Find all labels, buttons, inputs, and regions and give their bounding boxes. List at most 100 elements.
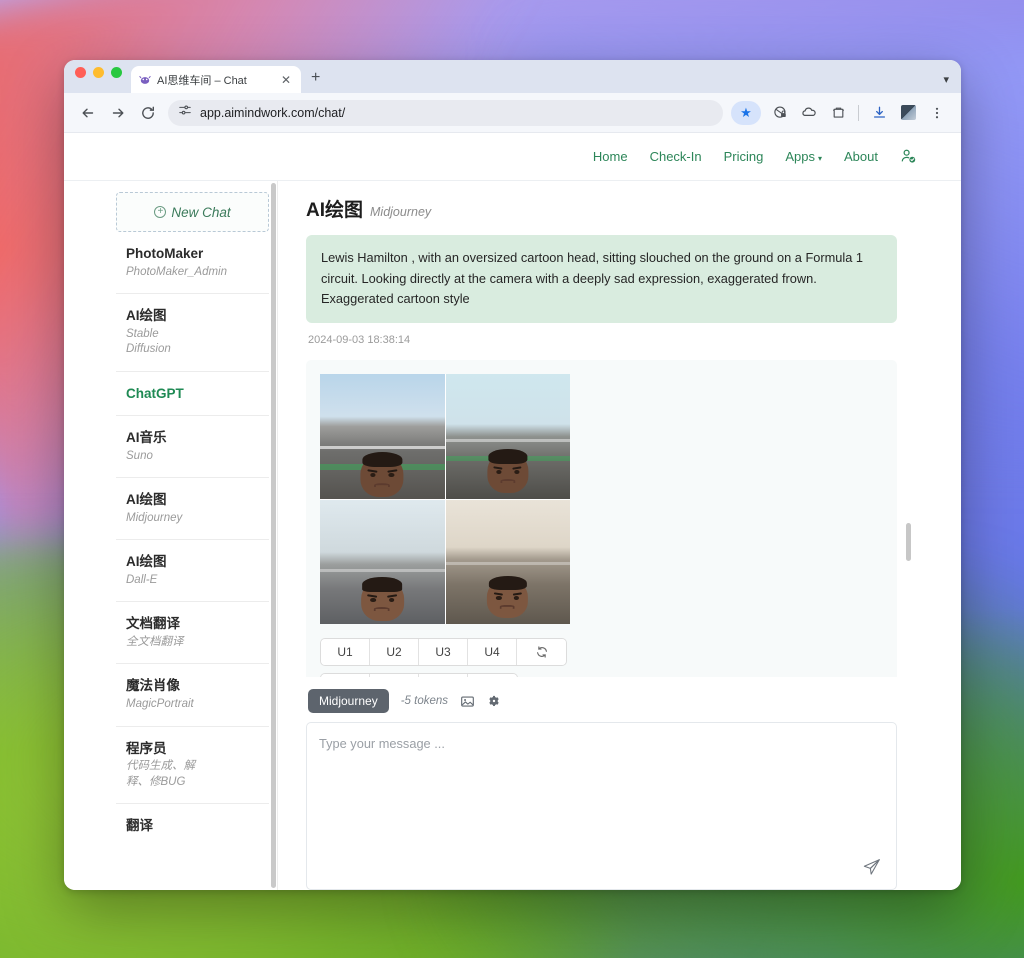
sidebar-scrollbar-thumb[interactable] xyxy=(271,183,276,888)
browser-tab[interactable]: AI思维车间 – Chat ✕ xyxy=(131,66,301,93)
gear-icon[interactable] xyxy=(487,694,501,708)
new-chat-button[interactable]: + New Chat xyxy=(116,192,269,232)
sidebar-item-title: PhotoMaker xyxy=(126,246,204,261)
clipboard-icon[interactable] xyxy=(824,99,852,127)
sidebar-item-subtitle: Suno xyxy=(126,449,153,462)
minimize-window-button[interactable] xyxy=(93,66,104,78)
new-tab-button[interactable]: + xyxy=(311,70,320,93)
sidebar-item-programmer[interactable]: 程序员 代码生成、解释、修BUG xyxy=(116,727,269,805)
cloud-icon[interactable] xyxy=(795,99,823,127)
window-controls xyxy=(75,60,122,93)
user-prompt-bubble: Lewis Hamilton , with an oversized carto… xyxy=(306,235,897,324)
refresh-icon[interactable] xyxy=(517,639,566,666)
page-title: AI绘图 Midjourney xyxy=(306,195,911,235)
sidebar-item-dalle[interactable]: AI绘图 Dall-E xyxy=(116,540,269,603)
upscale-button-u1[interactable]: U1 xyxy=(321,639,370,666)
plus-circle-icon: + xyxy=(154,206,167,218)
sidebar-item-doc-translate[interactable]: 文档翻译 全文档翻译 xyxy=(116,602,269,665)
address-bar[interactable]: app.aimindwork.com/chat/ xyxy=(168,99,723,126)
sidebar-item-photomaker[interactable]: PhotoMaker PhotoMaker_Admin xyxy=(116,232,269,295)
nav-apps-label: Apps xyxy=(785,149,815,164)
generated-image-3[interactable] xyxy=(320,499,445,625)
forward-arrow-icon[interactable] xyxy=(104,99,132,127)
variation-button-v2[interactable]: V2 xyxy=(370,674,419,677)
nav-check-in[interactable]: Check-In xyxy=(650,149,702,164)
nav-about[interactable]: About xyxy=(844,149,878,164)
variation-button-row: V1 V2 V3 V4 xyxy=(320,673,883,677)
sidebar-item-translate[interactable]: 翻译 xyxy=(116,804,269,848)
address-bar-url: app.aimindwork.com/chat/ xyxy=(200,105,346,120)
model-selector[interactable]: Midjourney xyxy=(308,689,389,713)
message-composer: Midjourney -5 tokens Type your message .… xyxy=(306,689,897,890)
sidebar-item-title: 程序员 xyxy=(126,740,167,756)
sidebar-item-chatgpt[interactable]: ChatGPT xyxy=(116,372,269,417)
nav-pricing[interactable]: Pricing xyxy=(724,149,764,164)
composer-toolbar: Midjourney -5 tokens xyxy=(306,689,897,722)
image-attach-icon[interactable] xyxy=(460,694,475,709)
browser-toolbar: app.aimindwork.com/chat/ ★ xyxy=(64,93,961,133)
toolbar-actions: ★ xyxy=(731,99,951,127)
nav-home[interactable]: Home xyxy=(593,149,628,164)
page-viewport: Home Check-In Pricing Apps ▾ About + New … xyxy=(64,133,961,890)
close-icon[interactable]: ✕ xyxy=(278,74,294,86)
generated-image-1[interactable] xyxy=(320,374,445,499)
message-input-wrap[interactable]: Type your message ... xyxy=(306,722,897,890)
page-content: + New Chat PhotoMaker PhotoMaker_Admin A… xyxy=(64,180,961,890)
variation-button-v1[interactable]: V1 xyxy=(321,674,370,677)
sidebar-item-suno[interactable]: AI音乐 Suno xyxy=(116,416,269,479)
message-input-placeholder: Type your message ... xyxy=(319,736,445,751)
sidebar-item-midjourney[interactable]: AI绘图 Midjourney xyxy=(116,478,269,541)
nav-apps[interactable]: Apps ▾ xyxy=(785,149,822,164)
upscale-button-u3[interactable]: U3 xyxy=(419,639,468,666)
profile-avatar-icon[interactable] xyxy=(894,99,922,127)
maximize-window-button[interactable] xyxy=(111,66,122,78)
sidebar-item-subtitle: MagicPortrait xyxy=(126,697,194,710)
sidebar-item-magic-portrait[interactable]: 魔法肖像 MagicPortrait xyxy=(116,664,269,727)
sidebar-item-subtitle: 全文档翻译 xyxy=(126,635,184,648)
message-list: Lewis Hamilton , with an oversized carto… xyxy=(306,235,911,677)
generated-image-4[interactable] xyxy=(445,499,570,625)
browser-tab-strip: AI思维车间 – Chat ✕ + ▾ xyxy=(64,60,961,93)
generated-image-2[interactable] xyxy=(445,374,570,499)
upscale-button-row: U1 U2 U3 U4 xyxy=(320,638,883,667)
message-timestamp: 2024-09-03 18:38:14 xyxy=(308,334,411,347)
new-chat-label: New Chat xyxy=(171,204,231,220)
generated-image-grid[interactable] xyxy=(320,374,570,625)
reload-icon[interactable] xyxy=(134,99,162,127)
sidebar-scrollbar[interactable] xyxy=(270,181,277,890)
variation-button-v3[interactable]: V3 xyxy=(419,674,468,677)
chevron-down-icon: ▾ xyxy=(818,154,823,163)
back-arrow-icon[interactable] xyxy=(74,99,102,127)
site-navbar: Home Check-In Pricing Apps ▾ About xyxy=(64,133,961,180)
chat-main: AI绘图 Midjourney Lewis Hamilton , with an… xyxy=(278,181,911,890)
send-paper-plane-icon[interactable] xyxy=(862,857,882,877)
user-verified-icon[interactable] xyxy=(900,148,917,165)
assistant-result-card: U1 U2 U3 U4 V1 xyxy=(306,360,897,677)
kebab-menu-icon[interactable] xyxy=(923,99,951,127)
close-window-button[interactable] xyxy=(75,66,86,78)
sidebar-item-subtitle: Midjourney xyxy=(126,511,183,524)
sidebar-item-title: ChatGPT xyxy=(126,385,184,401)
app-favicon-icon xyxy=(138,73,151,86)
message-scrollbar-thumb[interactable] xyxy=(906,523,911,561)
sidebar-item-stable-diffusion[interactable]: AI绘图 Stable Diffusion xyxy=(116,294,269,372)
download-icon[interactable] xyxy=(865,99,893,127)
upscale-button-u4[interactable]: U4 xyxy=(468,639,517,666)
variation-button-v4[interactable]: V4 xyxy=(468,674,517,677)
sidebar-item-title: AI绘图 xyxy=(126,308,167,324)
tune-icon[interactable] xyxy=(178,103,192,122)
sidebar-item-title: AI绘图 xyxy=(126,492,167,508)
sidebar-item-title: 文档翻译 xyxy=(126,616,180,632)
upscale-button-u2[interactable]: U2 xyxy=(370,639,419,666)
chevron-down-icon[interactable]: ▾ xyxy=(943,73,949,86)
chat-sidebar: + New Chat PhotoMaker PhotoMaker_Admin A… xyxy=(116,181,278,890)
sidebar-item-subtitle: PhotoMaker_Admin xyxy=(126,265,227,278)
sidebar-item-title: 魔法肖像 xyxy=(126,678,180,694)
shield-extension-icon[interactable] xyxy=(766,99,794,127)
sidebar-item-list: PhotoMaker PhotoMaker_Admin AI绘图 Stable … xyxy=(116,232,277,848)
chat-title: AI绘图 xyxy=(306,200,364,221)
browser-tab-title: AI思维车间 – Chat xyxy=(157,74,247,87)
star-icon[interactable]: ★ xyxy=(731,100,761,125)
token-cost-label: -5 tokens xyxy=(400,695,449,707)
sidebar-item-subtitle: 代码生成、解释、修BUG xyxy=(126,760,195,788)
